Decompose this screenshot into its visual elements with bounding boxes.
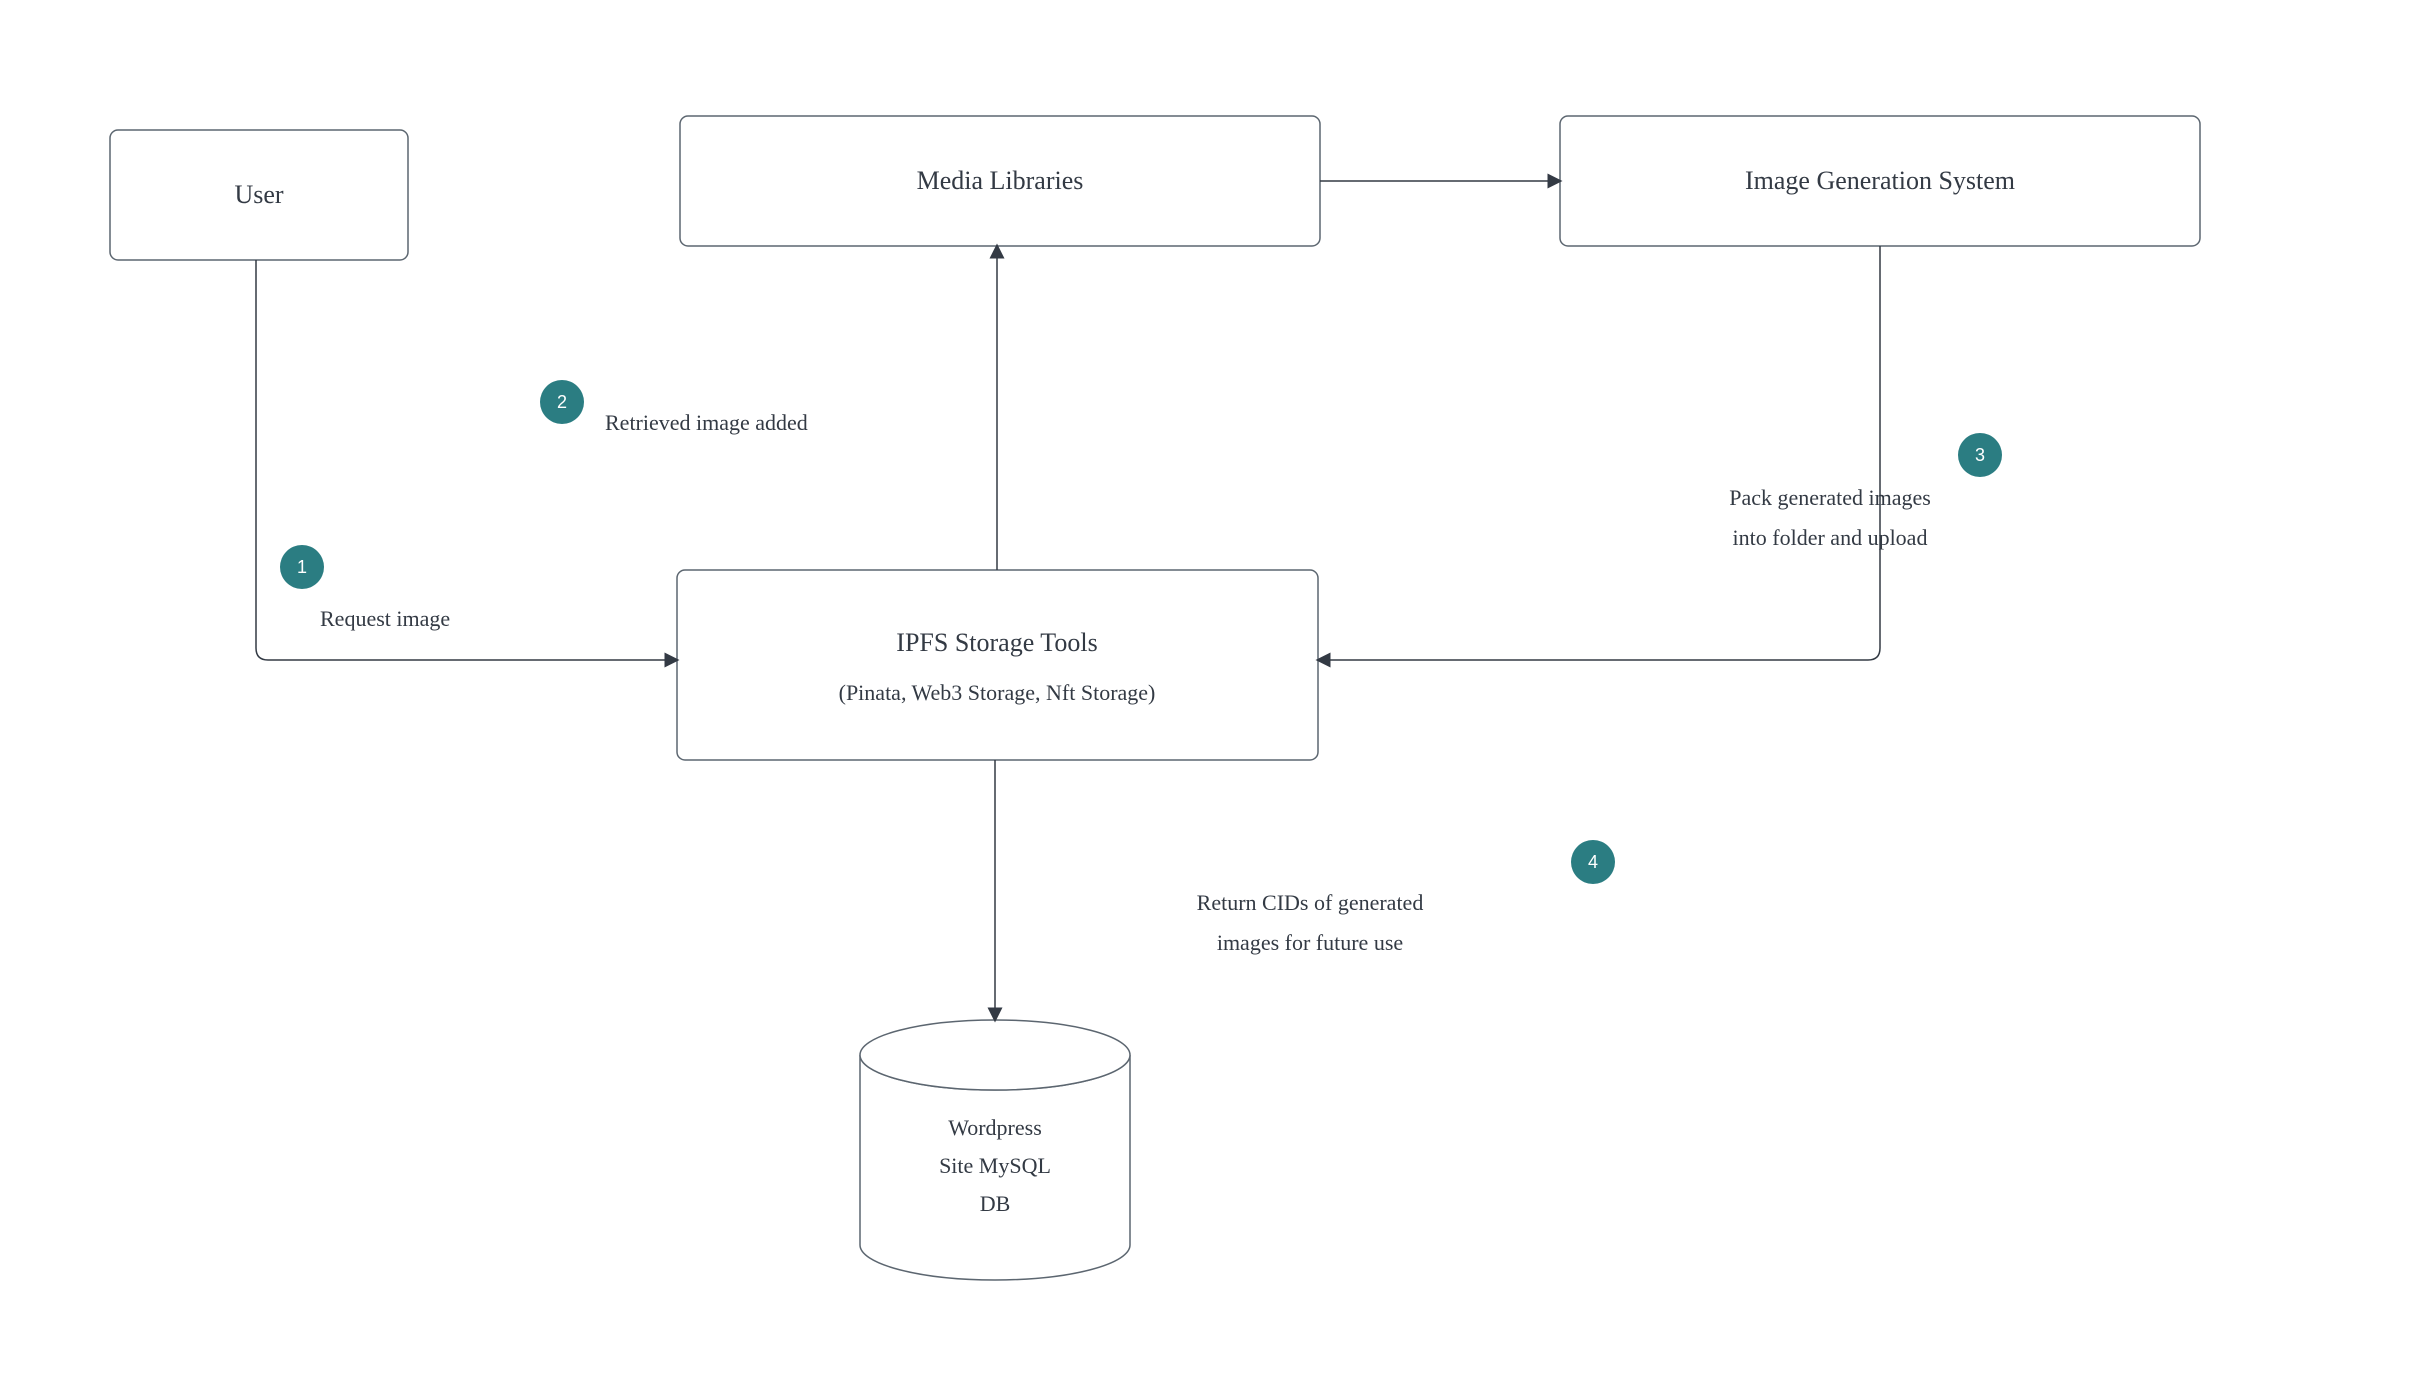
step-1-number: 1 bbox=[297, 557, 307, 577]
step-3-number: 3 bbox=[1975, 445, 1985, 465]
step-2-label: Retrieved image added bbox=[605, 410, 808, 435]
node-igs-label: Image Generation System bbox=[1745, 166, 2015, 195]
edge-user-to-ipfs bbox=[256, 260, 677, 660]
edge-igs-to-ipfs bbox=[1318, 246, 1880, 660]
step-4-label-2: images for future use bbox=[1217, 930, 1403, 955]
diagram-container: User Media Libraries Image Generation Sy… bbox=[0, 0, 2424, 1387]
node-wordpress-db: Wordpress Site MySQL DB bbox=[860, 1020, 1130, 1280]
step-3-label-2: into folder and upload bbox=[1733, 525, 1928, 550]
node-db-label-3: DB bbox=[980, 1191, 1011, 1216]
node-user-label: User bbox=[234, 180, 283, 209]
architecture-diagram: User Media Libraries Image Generation Sy… bbox=[0, 0, 2424, 1382]
step-3: 3 Pack generated images into folder and … bbox=[1729, 433, 2002, 550]
node-image-generation-system: Image Generation System bbox=[1560, 116, 2200, 246]
step-4-label-1: Return CIDs of generated bbox=[1197, 890, 1424, 915]
step-1-label: Request image bbox=[320, 606, 450, 631]
step-3-label-1: Pack generated images bbox=[1729, 485, 1931, 510]
step-4-number: 4 bbox=[1588, 852, 1598, 872]
step-1: 1 Request image bbox=[280, 545, 450, 631]
step-2-number: 2 bbox=[557, 392, 567, 412]
node-db-label-2: Site MySQL bbox=[939, 1153, 1051, 1178]
node-user: User bbox=[110, 130, 408, 260]
node-media-label: Media Libraries bbox=[917, 166, 1084, 195]
step-2: 2 Retrieved image added bbox=[540, 380, 808, 435]
node-db-label-1: Wordpress bbox=[948, 1115, 1042, 1140]
node-media-libraries: Media Libraries bbox=[680, 116, 1320, 246]
node-ipfs-label-1: IPFS Storage Tools bbox=[896, 628, 1097, 657]
node-ipfs-label-2: (Pinata, Web3 Storage, Nft Storage) bbox=[839, 680, 1156, 705]
node-ipfs-storage: IPFS Storage Tools (Pinata, Web3 Storage… bbox=[677, 570, 1318, 760]
step-4: 4 Return CIDs of generated images for fu… bbox=[1197, 840, 1615, 955]
